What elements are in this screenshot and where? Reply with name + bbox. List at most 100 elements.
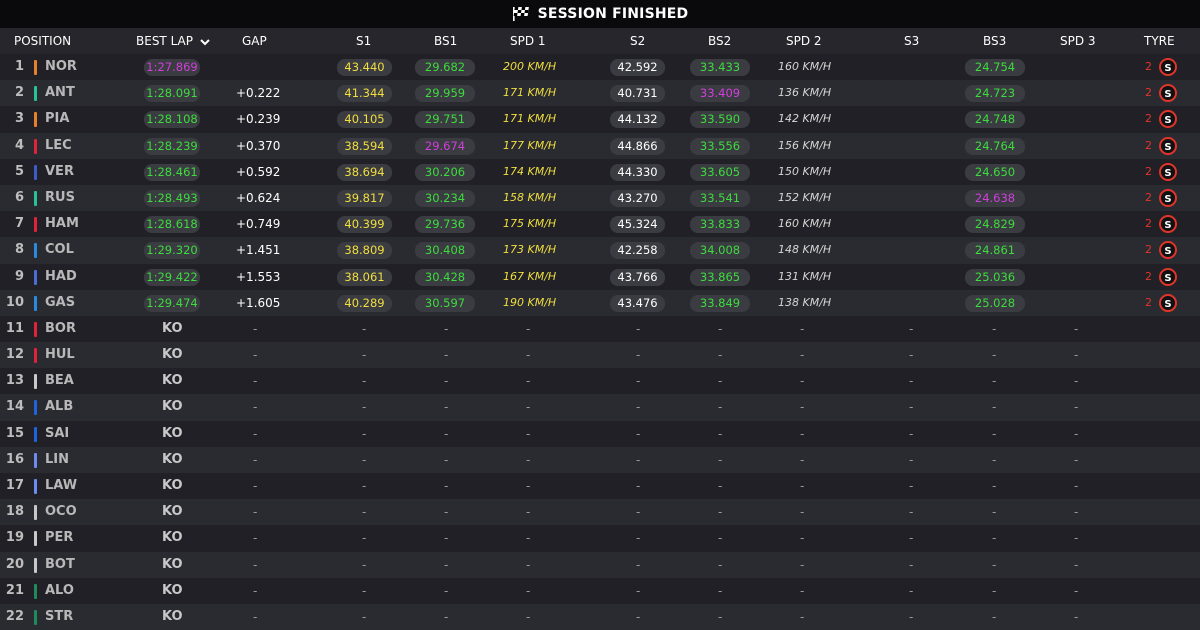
- driver-code: HUL: [45, 347, 75, 363]
- table-row[interactable]: 5 VER 1:28.461 +0.592 38.694 30.206 174 KM/H 44…: [0, 158, 1200, 185]
- table-row[interactable]: 12 HUL KO - - - - - - - - - -: [0, 342, 1200, 369]
- tyre-age: 2: [1145, 138, 1152, 152]
- table-row[interactable]: 20 BOT KO - - - - - - - - - -: [0, 551, 1200, 578]
- col-s1[interactable]: S1: [356, 28, 371, 54]
- gap-value: +1.553: [236, 269, 281, 284]
- driver-code: HAD: [45, 268, 77, 284]
- col-spd3[interactable]: SPD 3: [1060, 28, 1096, 54]
- speed-1-value: 190 KM/H: [503, 295, 557, 309]
- tyre-compound-letter: S: [1164, 220, 1171, 231]
- spd2-value: -: [800, 321, 805, 336]
- bs2-pill: 33.433: [690, 59, 750, 76]
- s2-value: -: [636, 583, 641, 598]
- spd1-value: -: [526, 609, 531, 624]
- gap-value: -: [253, 321, 258, 336]
- driver-code: BEA: [45, 373, 74, 389]
- table-row[interactable]: 15 SAI KO - - - - - - - - - -: [0, 420, 1200, 447]
- best_lap-pill: 1:29.474: [144, 294, 200, 312]
- best-lap-ko: KO: [162, 556, 183, 572]
- speed-1-value: 158 KM/H: [503, 190, 557, 204]
- timing-table: 1 NOR 1:27.869 43.440 29.682 200 KM/H 42.592 33…: [0, 54, 1200, 630]
- spd2-value: -: [800, 452, 805, 467]
- bs1-pill: 30.234: [415, 189, 475, 207]
- col-spd2[interactable]: SPD 2: [786, 28, 822, 54]
- speed-1-value: 171 KM/H: [503, 112, 557, 126]
- best_lap-pill: 1:29.422: [144, 268, 200, 286]
- best-lap-ko: KO: [162, 582, 183, 598]
- spd3-value: -: [1074, 531, 1079, 546]
- tyre-compound-letter: S: [1164, 89, 1171, 100]
- s3-value: -: [909, 505, 914, 520]
- table-row[interactable]: 8 COL 1:29.320 +1.451 38.809 30.408 173 KM/H 42…: [0, 237, 1200, 264]
- col-bs1[interactable]: BS1: [434, 28, 457, 54]
- best-lap-ko: KO: [162, 399, 183, 415]
- col-bs3[interactable]: BS3: [983, 28, 1006, 54]
- speed-2-value: 148 KM/H: [778, 243, 832, 257]
- s2-value: -: [636, 505, 641, 520]
- s1-value: -: [362, 321, 367, 336]
- gap-value: -: [253, 557, 258, 572]
- table-row[interactable]: 18 OCO KO - - - - - - - - - -: [0, 499, 1200, 526]
- gap-value: +1.605: [236, 295, 281, 310]
- table-row[interactable]: 3 PIA 1:28.108 +0.239 40.105 29.751 171 KM/H 44…: [0, 106, 1200, 133]
- spd3-value: -: [1074, 374, 1079, 389]
- spd3-value: -: [1074, 426, 1079, 441]
- spd1-value: -: [526, 583, 531, 598]
- bs2-pill: 33.865: [690, 268, 750, 286]
- team-color-bar: [34, 348, 37, 364]
- s1-pill: 38.061: [337, 268, 392, 286]
- s2-pill: 42.592: [610, 59, 665, 76]
- col-tyre[interactable]: TYRE: [1144, 28, 1175, 54]
- gap-value: +0.370: [236, 138, 281, 153]
- s2-value: -: [636, 609, 641, 624]
- table-row[interactable]: 9 HAD 1:29.422 +1.553 38.061 30.428 167 KM/H 43…: [0, 263, 1200, 290]
- s2-pill: 44.330: [610, 163, 665, 181]
- col-s2[interactable]: S2: [630, 28, 645, 54]
- speed-1-value: 174 KM/H: [503, 164, 557, 178]
- table-row[interactable]: 13 BEA KO - - - - - - - - - -: [0, 368, 1200, 395]
- spd3-value: -: [1074, 400, 1079, 415]
- tyre-age: 2: [1145, 86, 1152, 100]
- table-row[interactable]: 11 BOR KO - - - - - - - - - -: [0, 315, 1200, 343]
- table-row[interactable]: 21 ALO KO - - - - - - - - - -: [0, 577, 1200, 604]
- col-s3[interactable]: S3: [904, 28, 919, 54]
- position-number: 19: [5, 530, 24, 546]
- position-number: 14: [5, 399, 24, 415]
- bs2-pill: 33.590: [690, 111, 750, 129]
- position-number: 17: [5, 478, 24, 493]
- soft-tyre-icon: S: [1159, 267, 1177, 286]
- best-lap-ko: KO: [162, 451, 183, 467]
- team-color-bar: [34, 243, 37, 259]
- driver-code: ALB: [45, 399, 74, 415]
- col-spd1[interactable]: SPD 1: [510, 28, 546, 54]
- table-row[interactable]: 16 LIN KO - - - - - - - - - -: [0, 446, 1200, 473]
- table-row[interactable]: 2 ANT 1:28.091 +0.222 41.344 29.959 171 KM/H 40…: [0, 80, 1200, 107]
- table-row[interactable]: 22 STR KO - - - - - - - - - -: [0, 603, 1200, 630]
- gap-value: -: [253, 426, 258, 441]
- col-gap[interactable]: GAP: [242, 28, 267, 54]
- team-color-bar: [34, 426, 37, 442]
- col-position[interactable]: POSITION: [14, 28, 71, 54]
- driver-code: RUS: [45, 189, 75, 205]
- bs3-pill: 24.638: [965, 189, 1025, 207]
- driver-code: LAW: [45, 478, 78, 493]
- bs1-pill: 29.682: [415, 59, 475, 76]
- spd2-value: -: [800, 348, 805, 363]
- bs2-value: -: [718, 348, 723, 363]
- table-row[interactable]: 4 LEC 1:28.239 +0.370 38.594 29.674 177 KM/H 44…: [0, 132, 1200, 159]
- team-color-bar: [34, 505, 37, 521]
- table-row[interactable]: 10 GAS 1:29.474 +1.605 40.289 30.597 190 KM/H 4…: [0, 289, 1200, 316]
- table-row[interactable]: 19 PER KO - - - - - - - - - -: [0, 525, 1200, 552]
- table-row[interactable]: 17 LAW KO - - - - - - - - - -: [0, 473, 1200, 500]
- table-row[interactable]: 1 NOR 1:27.869 43.440 29.682 200 KM/H 42.592 33…: [0, 54, 1200, 81]
- position-number: 3: [14, 111, 24, 127]
- bs1-value: -: [444, 583, 449, 598]
- team-color-bar: [34, 190, 37, 206]
- checkered-flag-icon: [512, 7, 529, 21]
- table-row[interactable]: 7 HAM 1:28.618 +0.749 40.399 29.736 175 KM/H 45…: [0, 211, 1200, 238]
- tyre-compound-letter: S: [1164, 168, 1171, 179]
- col-best-lap[interactable]: BEST LAP: [136, 28, 211, 54]
- col-bs2[interactable]: BS2: [708, 28, 731, 54]
- table-row[interactable]: 6 RUS 1:28.493 +0.624 39.817 30.234 158 KM/H 43…: [0, 184, 1200, 212]
- table-row[interactable]: 14 ALB KO - - - - - - - - - -: [0, 394, 1200, 421]
